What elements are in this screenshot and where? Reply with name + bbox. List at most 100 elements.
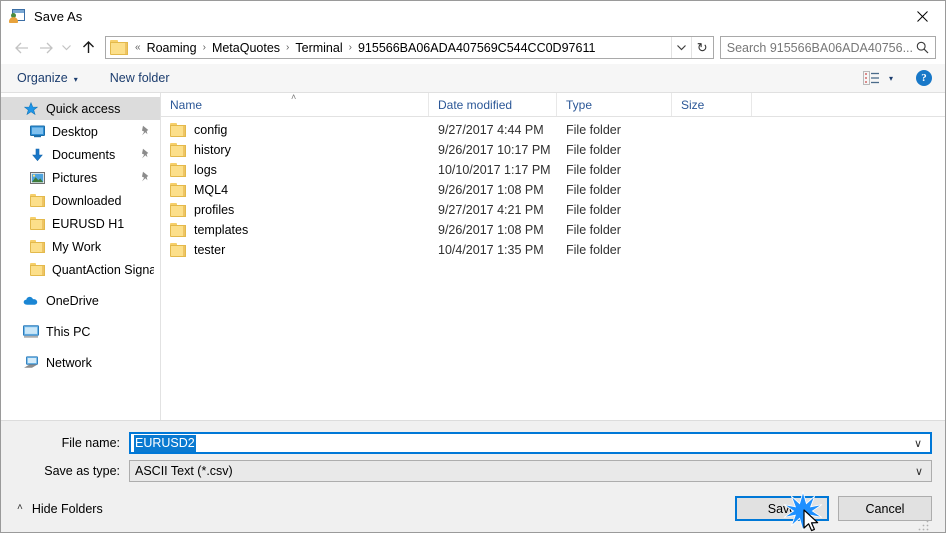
sidebar-item-quantaction-signal[interactable]: QuantAction Signal [1, 258, 160, 281]
address-chevron-down-icon[interactable] [670, 37, 691, 58]
file-size-cell [672, 200, 752, 220]
sidebar-item-label: EURUSD H1 [52, 216, 125, 231]
sidebar-item-documents[interactable]: Documents [1, 143, 160, 166]
pin-icon[interactable] [140, 148, 150, 162]
arrow-right-icon[interactable] [34, 36, 58, 60]
folder-icon [170, 123, 186, 137]
breadcrumb-overflow[interactable]: « [131, 42, 145, 53]
sidebar-item-label: QuantAction Signal [52, 262, 154, 277]
sidebar-item-quick-access[interactable]: Quick access [1, 97, 160, 120]
close-icon[interactable] [899, 1, 945, 31]
onedrive-cloud-icon [23, 293, 39, 309]
table-row[interactable]: templates 9/26/2017 1:08 PM File folder [161, 220, 945, 240]
view-chevron-down-icon[interactable]: ▾ [883, 68, 899, 88]
file-size-cell [672, 120, 752, 140]
cancel-button[interactable]: Cancel [838, 496, 932, 521]
sidebar-item-desktop[interactable]: Desktop [1, 120, 160, 143]
new-folder-button[interactable]: New folder [104, 67, 176, 89]
dialog-footer: File name: EURUSD2 ∨ Save as type: ASCII… [1, 420, 945, 532]
organize-button[interactable]: Organize ▾ [11, 67, 84, 89]
file-date-cell: 10/4/2017 1:35 PM [438, 243, 544, 257]
cancel-button-label: Cancel [865, 501, 905, 516]
breadcrumb-item-roaming[interactable]: Roaming [145, 41, 199, 55]
sidebar-item-label: Desktop [52, 124, 98, 139]
save-button[interactable]: Save [735, 496, 829, 521]
table-row[interactable]: tester 10/4/2017 1:35 PM File folder [161, 240, 945, 260]
column-header-date-modified[interactable]: Date modified [429, 93, 557, 116]
organize-label: Organize [17, 71, 68, 85]
arrow-left-icon[interactable] [10, 36, 34, 60]
help-icon[interactable]: ? [911, 68, 937, 88]
breadcrumb-item-instance-id[interactable]: 915566BA06ADA407569C544CC0D97611 [356, 41, 597, 55]
table-row[interactable]: config 9/27/2017 4:44 PM File folder [161, 120, 945, 140]
star-icon [23, 101, 39, 117]
folder-icon [110, 40, 128, 55]
breadcrumb-item-metaquotes[interactable]: MetaQuotes [210, 41, 282, 55]
sidebar-item-network[interactable]: Network [1, 351, 160, 374]
file-size-cell [672, 180, 752, 200]
folder-icon [170, 203, 186, 217]
folder-icon [170, 163, 186, 177]
network-icon [23, 355, 39, 371]
sidebar-item-this-pc[interactable]: This PC [1, 320, 160, 343]
file-date-cell: 9/26/2017 1:08 PM [438, 183, 544, 197]
file-list[interactable]: config 9/27/2017 4:44 PM File folder his… [161, 117, 945, 420]
file-size-cell [672, 240, 752, 260]
save-as-type-select[interactable]: ASCII Text (*.csv) ∨ [129, 460, 932, 482]
sidebar-item-pictures[interactable]: Pictures [1, 166, 160, 189]
sidebar-item-onedrive[interactable]: OneDrive [1, 289, 160, 312]
folder-icon [29, 216, 45, 232]
recent-locations-chevron-down-icon[interactable] [58, 36, 75, 60]
column-header-date-label: Date modified [438, 97, 513, 112]
save-as-type-row: Save as type: ASCII Text (*.csv) ∨ [14, 460, 932, 482]
resize-grip[interactable] [918, 519, 930, 531]
breadcrumb-item-terminal[interactable]: Terminal [293, 41, 344, 55]
file-size-cell [672, 220, 752, 240]
column-header-type[interactable]: Type [557, 93, 672, 116]
sidebar-item-eurusd-h1[interactable]: EURUSD H1 [1, 212, 160, 235]
file-name: profiles [194, 203, 235, 217]
command-bar-right: ▾ ? [861, 64, 937, 92]
pin-icon[interactable] [140, 171, 150, 185]
address-bar[interactable]: « Roaming › MetaQuotes › Terminal › 9155… [105, 36, 714, 59]
sidebar-item-label: Network [46, 355, 92, 370]
title-bar: Save As [1, 1, 945, 31]
file-type-cell: File folder [566, 243, 621, 257]
chevron-up-icon: ˄ [17, 502, 23, 513]
file-name-input[interactable]: EURUSD2 ∨ [129, 432, 932, 454]
pictures-icon [29, 170, 45, 186]
sidebar-item-downloaded[interactable]: Downloaded [1, 189, 160, 212]
new-folder-label: New folder [109, 71, 170, 85]
chevron-down-icon[interactable]: ∨ [908, 437, 928, 450]
file-list-pane: Name ˄ Date modified Type Size config 9/… [161, 93, 945, 420]
sidebar-item-my-work[interactable]: My Work [1, 235, 160, 258]
file-name-cell: profiles [161, 200, 429, 220]
file-name: logs [194, 163, 217, 177]
column-header-size[interactable]: Size [672, 93, 752, 116]
table-row[interactable]: profiles 9/27/2017 4:21 PM File folder [161, 200, 945, 220]
search-input[interactable]: Search 915566BA06ADA40756... [719, 36, 936, 59]
refresh-icon[interactable]: ↻ [690, 37, 713, 58]
table-row[interactable]: logs 10/10/2017 1:17 PM File folder [161, 160, 945, 180]
file-name-cell: templates [161, 220, 429, 240]
table-row[interactable]: MQL4 9/26/2017 1:08 PM File folder [161, 180, 945, 200]
file-type-cell: File folder [566, 203, 621, 217]
folder-icon [170, 183, 186, 197]
search-placeholder: Search 915566BA06ADA40756... [726, 40, 913, 55]
file-date-cell: 9/27/2017 4:21 PM [438, 203, 544, 217]
arrow-up-icon[interactable] [75, 36, 101, 60]
save-as-type-value: ASCII Text (*.csv) [135, 464, 233, 478]
column-header-name[interactable]: Name ˄ [161, 93, 429, 116]
navigation-pane: Quick access Desktop Documents Pictures … [1, 93, 161, 420]
button-row: ˄ Hide Folders Save Cancel [14, 488, 932, 532]
list-view-icon[interactable] [861, 68, 881, 88]
file-name: MQL4 [194, 183, 229, 197]
file-date-cell: 10/10/2017 1:17 PM [438, 163, 551, 177]
chevron-down-icon[interactable]: ∨ [909, 465, 929, 478]
save-as-app-icon [9, 8, 26, 24]
table-row[interactable]: history 9/26/2017 10:17 PM File folder [161, 140, 945, 160]
hide-folders-button[interactable]: ˄ Hide Folders [17, 502, 103, 516]
pin-icon[interactable] [140, 125, 150, 139]
sidebar-item-label: My Work [52, 239, 102, 254]
sidebar-item-label: This PC [46, 324, 91, 339]
